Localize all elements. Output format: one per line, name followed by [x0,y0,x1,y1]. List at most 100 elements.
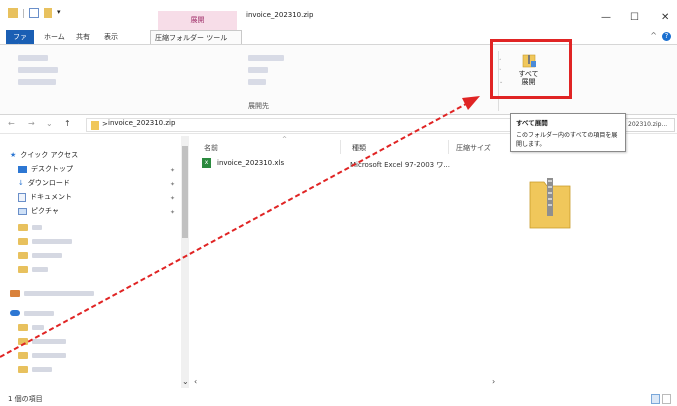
nav-item-desktop[interactable]: デスクトップ [18,164,73,174]
ribbon-blurred-item [18,67,58,73]
tab-view[interactable]: 表示 [100,30,122,44]
nav-blurred-folder[interactable] [18,252,62,259]
tab-home[interactable]: ホーム [40,30,69,44]
nav-blurred-item[interactable] [10,310,54,316]
forward-button[interactable]: → [28,119,35,128]
desktop-icon [18,165,27,173]
blurred-label [32,353,66,358]
zip-folder-icon [91,121,99,130]
scroll-right-icon[interactable]: › [492,377,495,386]
blurred-label [32,339,66,344]
tab-compressed-folder-tools[interactable]: 圧縮フォルダー ツール [150,30,242,44]
scroll-left-icon[interactable]: ‹ [194,377,197,386]
nav-item-documents[interactable]: ドキュメント [18,192,72,202]
nav-item-downloads[interactable]: ↓ ダウンロード [18,178,70,188]
folder-icon[interactable] [8,8,18,18]
cloud-icon [10,310,20,316]
preview-pane [500,136,677,388]
nav-blurred-folder[interactable] [18,366,52,373]
nav-item-label: ダウンロード [27,179,70,187]
file-type: Microsoft Excel 97-2003 ワ... [350,161,450,169]
blurred-label [32,367,52,372]
nav-blurred-item[interactable] [10,290,94,297]
nav-blurred-folder[interactable] [18,338,66,345]
breadcrumb-path[interactable]: invoice_202310.zip [108,119,175,127]
view-toggle[interactable] [651,394,671,404]
ribbon-blurred-item [248,55,284,61]
ribbon: 展開先 ˄ ˅ ⌄ [0,44,677,115]
nav-item-label: ドキュメント [30,193,72,201]
nav-quick-access[interactable]: ★ クイック アクセス [10,150,78,160]
extract-all-tooltip: すべて展開 このフォルダー内のすべての項目を展開します。 [510,113,626,152]
qat-dropdown-icon[interactable]: ▾ [57,8,61,18]
ribbon-blurred-item [18,79,56,85]
file-name: invoice_202310.xls [217,159,285,167]
nav-scrollbar-thumb[interactable] [182,146,188,238]
nav-blurred-folder[interactable] [18,352,66,359]
column-header-type[interactable]: 種類 [352,143,366,153]
nav-quick-access-label: クイック アクセス [20,151,79,159]
tooltip-title: すべて展開 [516,119,548,127]
blurred-label [32,253,62,258]
column-divider[interactable] [340,140,341,154]
ribbon-tabs: ファイル ホーム 共有 表示 圧縮フォルダー ツール ^ ? [0,30,677,51]
nav-blurred-folder[interactable] [18,238,72,245]
title-bar: ▾ 展開 invoice_202310.zip — ☐ ✕ [0,0,677,30]
star-icon: ★ [10,151,17,159]
pin-icon[interactable]: ✦ [170,209,175,216]
nav-blurred-folder[interactable] [18,224,42,231]
nav-blurred-folder[interactable] [18,324,44,331]
search-input[interactable]: 202310.zip... [625,118,675,132]
nav-item-pictures[interactable]: ピクチャ [18,206,59,216]
excel-file-icon: x [202,158,211,168]
pin-icon[interactable]: ✦ [170,181,175,188]
scroll-down-icon[interactable]: ⌄ [182,377,189,386]
column-header-name[interactable]: 名前 [204,143,218,153]
close-button[interactable]: ✕ [661,12,669,23]
collapse-ribbon-icon[interactable]: ^ [650,31,657,40]
navigation-pane: ★ クイック アクセス デスクトップ ✦ ↓ ダウンロード ✦ ドキュメント ✦… [0,136,190,388]
file-list: ^ 名前 種類 圧縮サイズ x invoice_202310.xls Micro… [190,136,500,388]
properties-icon[interactable] [29,8,39,18]
pin-icon[interactable]: ✦ [170,167,175,174]
column-divider[interactable] [448,140,449,154]
folder-icon [18,366,28,373]
details-view-icon[interactable] [651,394,660,404]
recent-locations-button[interactable]: ⌄ [46,119,53,128]
folder-icon [18,238,28,245]
up-button[interactable]: ↑ [64,119,71,128]
nav-item-label: ピクチャ [31,207,59,215]
path-separator: > [102,120,108,128]
content-scrollbar[interactable]: ⌄ ‹ › [182,377,500,388]
file-row[interactable]: x invoice_202310.xls [202,158,284,168]
folder-icon [18,352,28,359]
item-count: 1 個の項目 [8,395,43,403]
tab-share[interactable]: 共有 [72,30,94,44]
tab-file[interactable]: ファイル [6,30,34,51]
ribbon-blurred-item [248,79,266,85]
folder-icon [18,266,28,273]
nav-scrollbar[interactable] [181,136,189,388]
pin-icon[interactable]: ✦ [170,195,175,202]
folder-icon [18,324,28,331]
new-folder-icon[interactable] [44,8,52,18]
context-tab-header: 展開 [158,11,237,30]
folder-icon [10,290,20,297]
ribbon-blurred-item [248,67,268,73]
nav-blurred-folder[interactable] [18,266,48,273]
blurred-label [24,310,54,316]
nav-item-label: デスクトップ [31,165,73,173]
maximize-button[interactable]: ☐ [630,12,639,23]
picture-icon [18,207,27,215]
folder-icon [18,252,28,259]
column-header-compressed-size[interactable]: 圧縮サイズ [456,143,491,153]
blurred-label [24,291,94,296]
tooltip-body: このフォルダー内のすべての項目を展開します。 [516,132,618,148]
extract-all-highlight [490,39,572,99]
document-icon [18,192,26,202]
large-icons-view-icon[interactable] [662,394,671,404]
quick-access-toolbar: ▾ [8,8,61,18]
back-button[interactable]: ← [8,119,15,128]
minimize-button[interactable]: — [601,12,611,23]
help-icon[interactable]: ? [662,32,671,41]
